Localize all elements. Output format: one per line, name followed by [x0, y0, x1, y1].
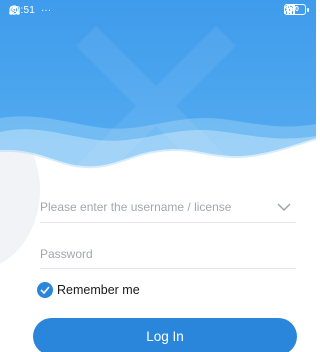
login-button[interactable]: Log In — [33, 318, 297, 352]
username-input[interactable] — [40, 200, 266, 214]
status-bar-right: 90 — [284, 4, 309, 15]
password-input[interactable] — [40, 247, 296, 261]
battery-icon: 90 — [284, 4, 309, 15]
remember-me-checkbox[interactable]: Remember me — [37, 282, 140, 298]
status-bar-left: 10:51 ··· — [9, 5, 51, 16]
username-field — [40, 193, 296, 223]
remember-me-label: Remember me — [57, 283, 140, 297]
login-screen: 10:51 ··· 90 Please enter the username /… — [0, 0, 316, 352]
checkmark-circle-icon — [37, 282, 53, 298]
password-field — [40, 240, 296, 269]
status-bar: 10:51 ··· 90 — [0, 0, 316, 22]
battery-level: 90 — [291, 6, 299, 13]
header-wave-graphic — [0, 0, 316, 175]
header-banner: 10:51 ··· 90 — [0, 0, 316, 175]
chevron-down-icon[interactable] — [276, 201, 292, 213]
app-icon — [9, 5, 20, 15]
more-dots-icon: ··· — [41, 5, 52, 16]
